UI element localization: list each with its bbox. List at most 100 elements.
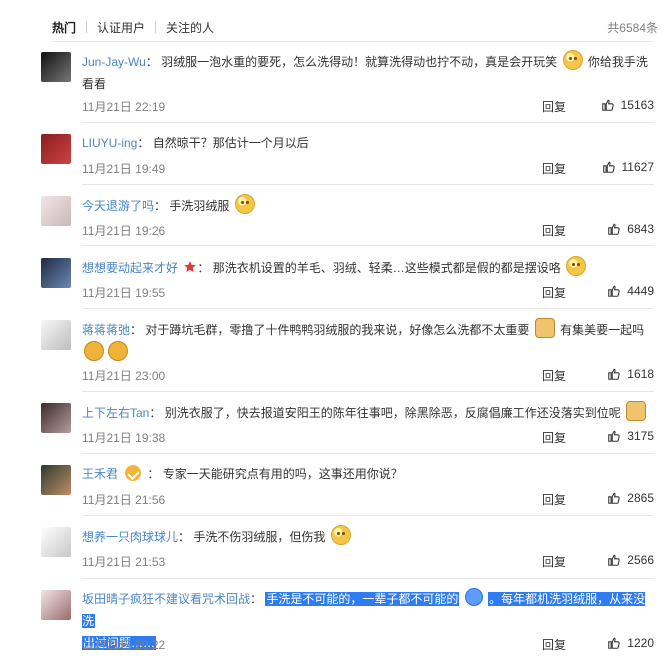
comment-time: 11月21日 19:26	[82, 224, 166, 238]
comment-divider	[82, 453, 654, 454]
comment-item: 想想要动起来才好 ： 那洗衣机设置的羊毛、羽绒、轻柔…这些模式都是假的都是摆设咯…	[0, 256, 672, 306]
comment-item: 蒋蒋蒋弛： 对于蹲坑毛群，零撸了十件鸭鸭羽绒服的我来说，好像怎么洗都不太重要 有…	[0, 318, 672, 388]
like-count: 1220	[627, 636, 654, 650]
comment-meta: 11月21日 19:26 回复 6843	[82, 222, 654, 240]
comment-meta: 11月21日 19:55 回复 4449	[82, 284, 654, 302]
comment-username[interactable]: Jun-Jay-Wu	[82, 55, 146, 69]
thumb-up-icon	[608, 223, 620, 235]
comment-meta: 11月21日 20:22 回复 1220	[82, 636, 654, 654]
tab-hot[interactable]: 热门	[52, 19, 76, 36]
thumb-up-icon	[608, 554, 620, 566]
reply-button[interactable]: 回复	[542, 429, 566, 446]
comment-colon: ：	[250, 592, 263, 606]
comment-username[interactable]: 想养一只肉球球儿	[82, 530, 178, 544]
like-count: 6843	[627, 222, 654, 236]
comment-tabs: 热门 认证用户 关注的人	[52, 10, 672, 44]
comment-text: 别洗衣服了，快去报道安阳王的陈年往事吧，除黑除恶，反腐倡廉工作还没落实到位呢	[164, 406, 621, 420]
like-button[interactable]: 1220	[607, 636, 654, 650]
cat-emoji	[534, 318, 555, 338]
tab-following[interactable]: 关注的人	[166, 19, 214, 36]
comment-divider	[82, 578, 654, 579]
like-button[interactable]: 15163	[601, 98, 654, 112]
reply-button[interactable]: 回复	[542, 491, 566, 508]
avatar[interactable]	[41, 465, 71, 495]
comment-username[interactable]: 想想要动起来才好	[82, 261, 178, 275]
comment-text: 专家一天能研究点有用的吗，这事还用你说？	[162, 467, 403, 481]
reply-button[interactable]: 回复	[542, 98, 566, 115]
like-count: 2566	[627, 553, 654, 567]
comment-item: 坂田晴子疯狂不建议看咒术回战： 手洗是不可能的，一辈子都不可能的 。每年都机洗羽…	[0, 588, 672, 658]
comment-text: 手洗不伤羽绒服，但伤我	[193, 530, 326, 544]
red-star-icon	[184, 261, 197, 273]
comment-meta: 11月21日 23:00 回复 1618	[82, 367, 654, 385]
blue-emoji	[464, 588, 483, 606]
comment-divider	[82, 245, 654, 246]
like-button[interactable]: 4449	[607, 284, 654, 298]
avatar[interactable]	[41, 258, 71, 288]
comment-content: LIUYU-ing： 自然晾干？那估计一个月以后	[82, 132, 654, 154]
thumb-up-icon	[601, 99, 614, 111]
reply-button[interactable]: 回复	[542, 553, 566, 570]
total-count: 共6584条	[607, 21, 658, 35]
comment-content: 今天退游了吗： 手洗羽绒服	[82, 194, 654, 217]
comment-username[interactable]: LIUYU-ing	[82, 136, 137, 150]
like-button[interactable]: 3175	[607, 429, 654, 443]
comment-text: 手洗羽绒服	[169, 199, 230, 213]
comment-username[interactable]: 蒋蒋蒋弛	[82, 323, 130, 337]
tab-verified-users[interactable]: 认证用户	[97, 19, 145, 36]
comment-colon: ：	[149, 406, 162, 420]
avatar[interactable]	[41, 196, 71, 226]
avatar[interactable]	[41, 590, 71, 620]
like-button[interactable]: 1618	[607, 367, 654, 381]
reply-button[interactable]: 回复	[542, 636, 566, 653]
smile-emoji	[234, 194, 255, 214]
top-divider	[52, 41, 654, 42]
tab-separator	[86, 21, 88, 33]
comment-text-after: 有集美要一起吗	[560, 323, 645, 337]
reply-button[interactable]: 回复	[542, 222, 566, 239]
comment-colon: ：	[154, 199, 167, 213]
comment-username[interactable]: 王禾君	[82, 467, 118, 481]
reply-button[interactable]: 回复	[542, 284, 566, 301]
comments-panel: 热门 认证用户 关注的人 共6584条 Jun-Jay-Wu： 羽绒服一泡水重的…	[0, 0, 672, 662]
like-count: 15163	[620, 98, 654, 112]
like-button[interactable]: 11627	[602, 160, 654, 174]
like-count: 4449	[627, 284, 654, 298]
comment-item: 今天退游了吗： 手洗羽绒服 11月21日 19:26 回复 6843	[0, 194, 672, 244]
highlighted-text: 手洗是不可能的，一辈子都不可能的	[265, 592, 460, 606]
comment-text: 自然晾干？那估计一个月以后	[152, 136, 309, 150]
comment-meta: 11月21日 21:56 回复 2865	[82, 491, 654, 509]
comment-item: Jun-Jay-Wu： 羽绒服一泡水重的要死，怎么洗得动！就算洗得动也拧不动，真…	[0, 50, 672, 114]
comment-text: 那洗衣机设置的羊毛、羽绒、轻柔…这些模式都是假的都是摆设咯	[212, 261, 561, 275]
avatar[interactable]	[41, 52, 71, 82]
comment-username[interactable]: 今天退游了吗	[82, 199, 154, 213]
cat-face-emoji	[626, 401, 647, 421]
avatar[interactable]	[41, 134, 71, 164]
comment-time: 11月21日 20:22	[82, 638, 166, 652]
like-button[interactable]: 2566	[607, 553, 654, 567]
comment-username[interactable]: 坂田晴子疯狂不建议看咒术回战	[82, 592, 250, 606]
comment-username[interactable]: 上下左右Tan	[82, 406, 149, 420]
like-count: 2865	[627, 491, 654, 505]
comment-content: 想养一只肉球球儿： 手洗不伤羽绒服，但伤我	[82, 525, 654, 548]
reply-button[interactable]: 回复	[542, 367, 566, 384]
like-button[interactable]: 6843	[607, 222, 654, 236]
comment-content: 王禾君 ： 专家一天能研究点有用的吗，这事还用你说？	[82, 463, 654, 485]
like-button[interactable]: 2865	[607, 491, 654, 505]
comment-colon: ：	[137, 136, 150, 150]
comment-meta: 11月21日 21:53 回复 2566	[82, 553, 654, 571]
comment-colon: ：	[147, 467, 160, 481]
avatar[interactable]	[41, 403, 71, 433]
laugh-emoji	[84, 341, 104, 361]
avatar[interactable]	[41, 320, 71, 350]
like-count: 11627	[621, 160, 654, 174]
comment-time: 11月21日 19:38	[82, 431, 166, 445]
comment-text: 对于蹲坑毛群，零撸了十件鸭鸭羽绒服的我来说，好像怎么洗都不太重要	[145, 323, 530, 337]
comment-divider	[82, 308, 654, 309]
comment-meta: 11月21日 22:19 回复 15163	[82, 98, 654, 116]
comment-colon: ：	[130, 323, 143, 337]
reply-button[interactable]: 回复	[542, 160, 566, 177]
comment-time: 11月21日 21:56	[82, 493, 166, 507]
avatar[interactable]	[41, 527, 71, 557]
comment-divider	[82, 515, 654, 516]
